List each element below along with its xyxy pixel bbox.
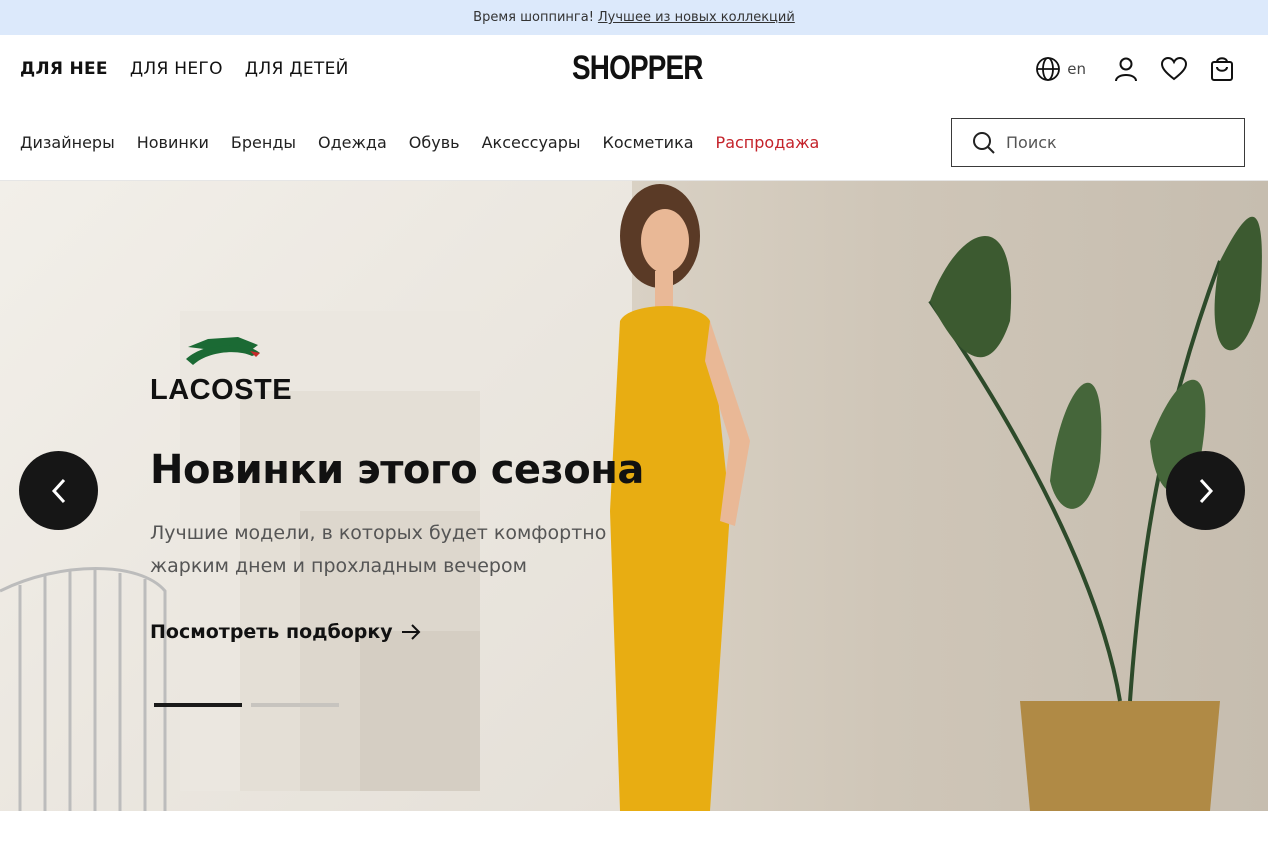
hero-banner: LACOSTE Новинки этого сезона Лучшие моде… [0, 181, 1268, 811]
search-icon [973, 131, 995, 154]
hero-subtitle: Лучшие модели, в которых будет комфортно… [150, 522, 607, 577]
bag-icon [1211, 57, 1233, 81]
slider-pagination [154, 703, 339, 707]
view-collection-link[interactable]: Посмотреть подборку [150, 621, 421, 643]
category-brands[interactable]: Бренды [231, 133, 296, 152]
user-icon [1115, 57, 1137, 82]
slide-indicator-1[interactable] [154, 703, 242, 707]
chair-illustration [0, 567, 167, 811]
prev-slide-button[interactable] [19, 451, 98, 530]
cta-label: Посмотреть подборку [150, 621, 393, 643]
gender-tab-men[interactable]: ДЛЯ НЕГО [130, 59, 223, 79]
chevron-left-icon [51, 478, 65, 503]
account-button[interactable] [1112, 55, 1140, 83]
category-designers[interactable]: Дизайнеры [20, 133, 115, 152]
gender-nav: ДЛЯ НЕЕ ДЛЯ НЕГО ДЛЯ ДЕТЕЙ [20, 59, 349, 79]
category-clothing[interactable]: Одежда [318, 133, 387, 152]
chevron-right-icon [1199, 478, 1213, 503]
brand-name: LACOSTE [150, 374, 293, 406]
language-label: en [1067, 60, 1086, 78]
category-shoes[interactable]: Обувь [409, 133, 460, 152]
slide-indicator-2[interactable] [251, 703, 339, 707]
wishlist-button[interactable] [1160, 55, 1188, 83]
search-box[interactable] [951, 118, 1245, 167]
heart-icon [1161, 57, 1187, 81]
category-sale[interactable]: Распродажа [716, 133, 820, 152]
site-header: ДЛЯ НЕЕ ДЛЯ НЕГО ДЛЯ ДЕТЕЙ SHOPPER en Ди… [0, 35, 1268, 181]
arrow-right-icon [401, 624, 421, 640]
globe-icon [1036, 57, 1061, 81]
language-switcher[interactable]: en [1035, 56, 1086, 82]
next-slide-button[interactable] [1166, 451, 1245, 530]
gender-tab-kids[interactable]: ДЛЯ ДЕТЕЙ [245, 59, 349, 79]
hero-title: Новинки этого сезона [150, 447, 644, 493]
promo-link[interactable]: Лучшее из новых коллекций [598, 10, 795, 25]
site-logo[interactable]: SHOPPER [572, 49, 703, 88]
category-nav: Дизайнеры Новинки Бренды Одежда Обувь Ак… [20, 133, 819, 152]
cart-button[interactable] [1208, 55, 1236, 83]
search-input[interactable] [1006, 133, 1226, 152]
model-illustration [610, 184, 750, 811]
header-actions: en [1035, 55, 1236, 83]
promo-text: Время шоппинга! [473, 10, 594, 25]
category-cosmetics[interactable]: Косметика [603, 133, 694, 152]
category-accessories[interactable]: Аксессуары [482, 133, 581, 152]
promo-bar: Время шоппинга! Лучшее из новых коллекци… [0, 0, 1268, 35]
gender-tab-women[interactable]: ДЛЯ НЕЕ [20, 59, 108, 79]
category-new[interactable]: Новинки [137, 133, 209, 152]
